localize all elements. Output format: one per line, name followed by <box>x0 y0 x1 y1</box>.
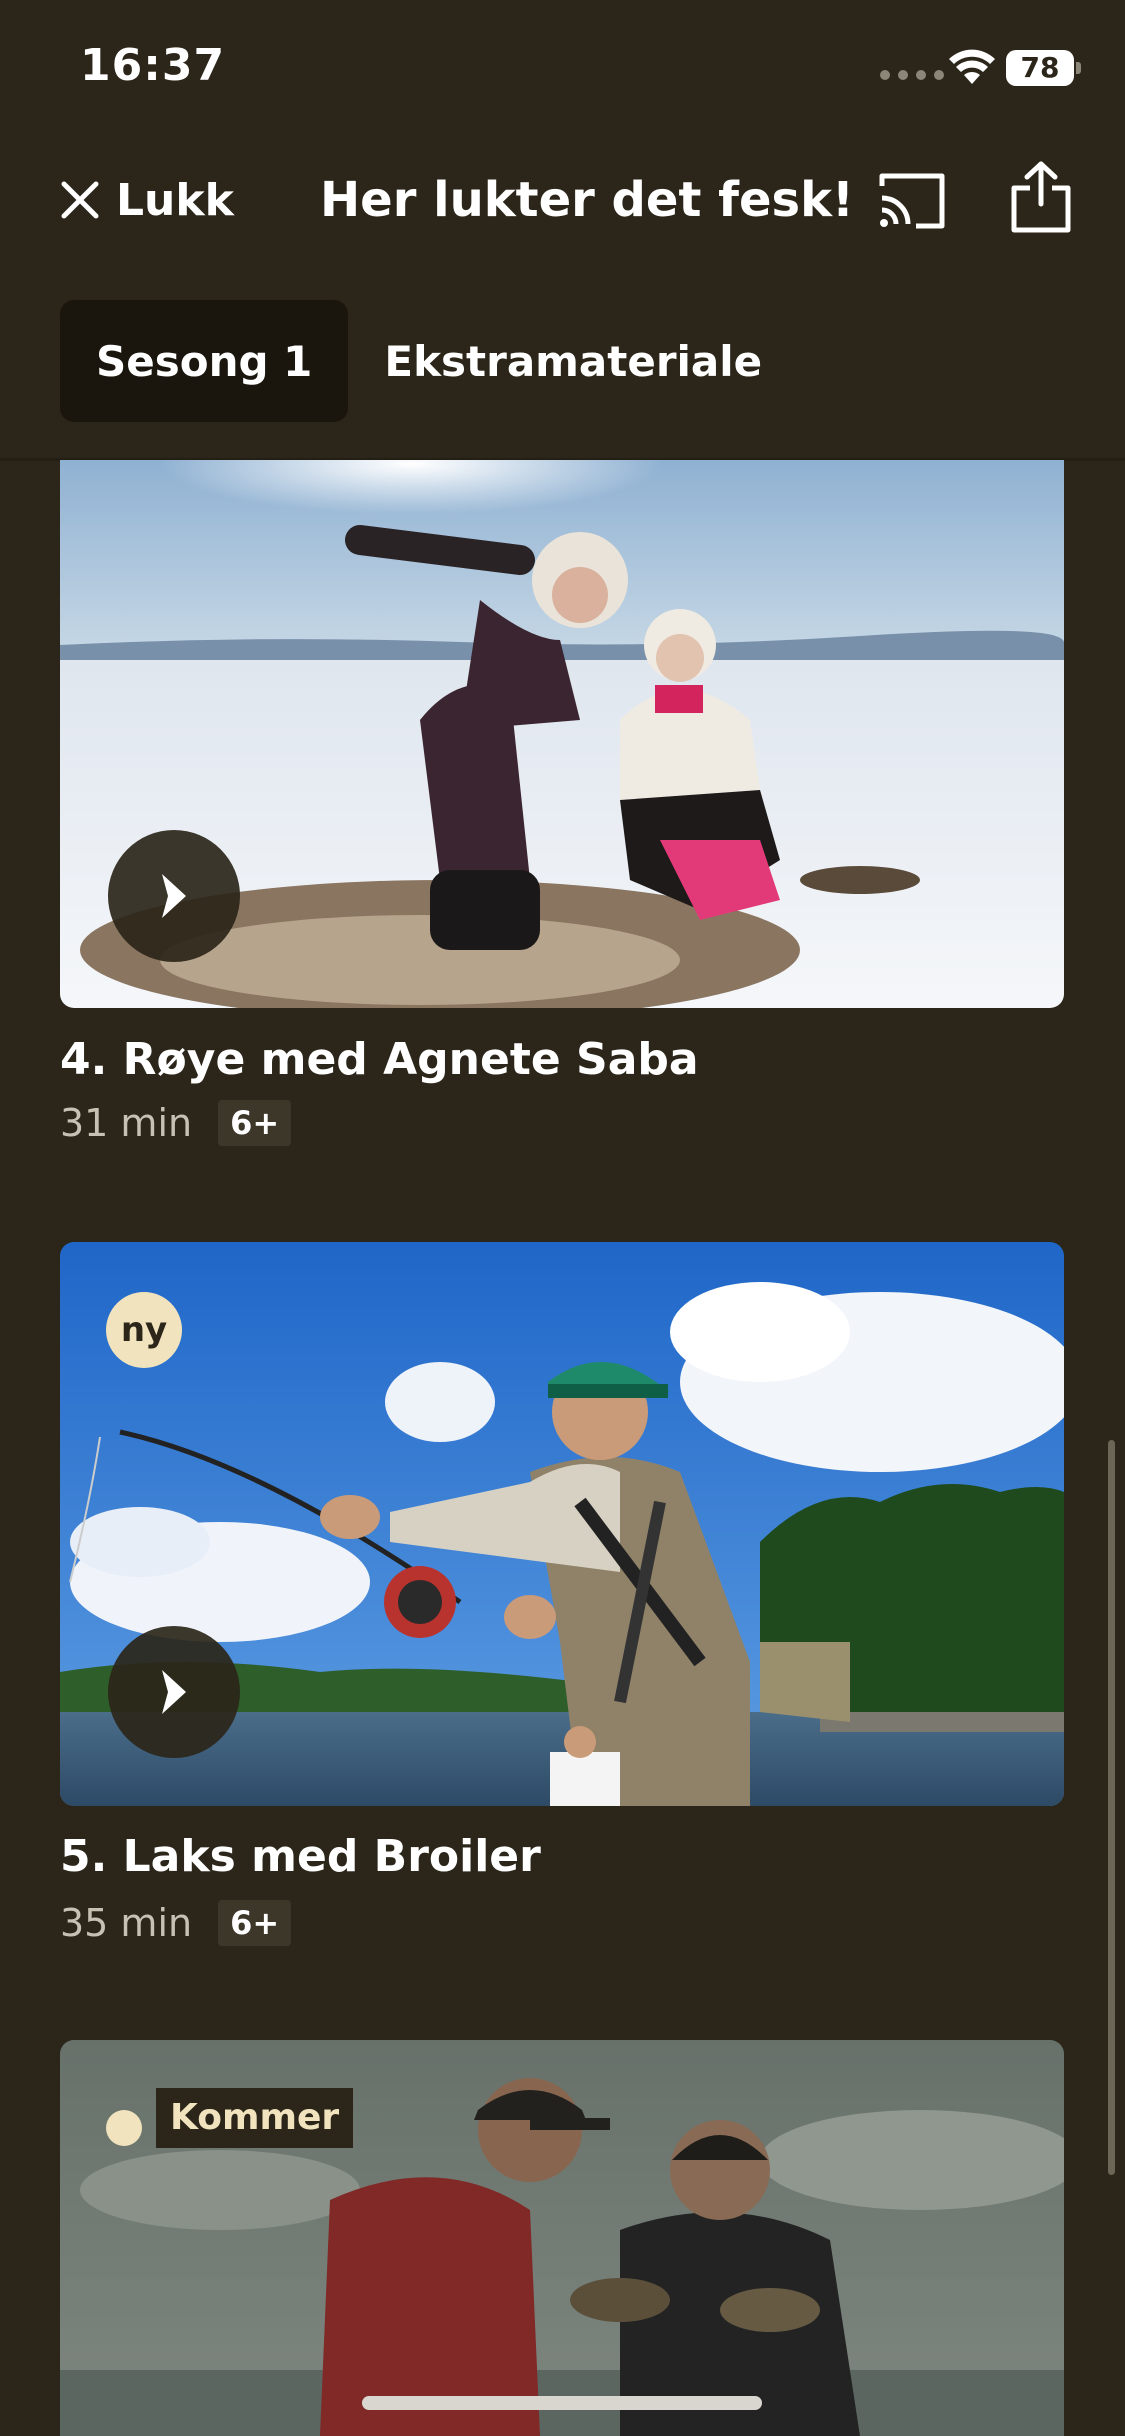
episode-thumbnail[interactable]: Kommer <box>60 2040 1064 2436</box>
coming-badge: Kommer <box>156 2088 354 2148</box>
chevron-right-icon <box>162 874 186 918</box>
chevron-right-icon <box>162 1670 186 1714</box>
play-button[interactable] <box>108 830 240 962</box>
header: Lukk Her lukter det fesk! <box>0 140 1125 260</box>
battery-cap-icon <box>1076 62 1081 74</box>
episode-thumbnail[interactable]: ny <box>60 1242 1064 1806</box>
age-rating-badge: 6+ <box>218 1100 292 1146</box>
close-label: Lukk <box>116 174 234 226</box>
coming-dot-icon <box>106 2110 142 2146</box>
close-button[interactable]: Lukk <box>58 170 234 230</box>
page-title: Her lukter det fesk! <box>320 172 854 228</box>
episode-meta: 35 min 6+ <box>60 1900 292 1946</box>
episode-duration: 31 min <box>60 1101 193 1145</box>
play-button[interactable] <box>108 1626 240 1758</box>
status-bar: 16:37 78 <box>0 0 1125 140</box>
episode-title[interactable]: 5. Laks med Broiler <box>60 1829 541 1885</box>
episode-meta: 31 min 6+ <box>60 1100 292 1146</box>
status-time: 16:37 <box>80 40 226 91</box>
share-icon[interactable] <box>1010 160 1072 234</box>
episode-list-screen: 16:37 78 Lukk Her lukter det fesk! Seson… <box>0 0 1125 2436</box>
home-indicator[interactable] <box>362 2396 762 2410</box>
close-icon <box>61 181 99 219</box>
age-rating-badge: 6+ <box>218 1900 292 1946</box>
episode-thumbnail[interactable] <box>60 460 1064 1008</box>
scrollbar[interactable] <box>1108 1440 1115 2175</box>
cast-icon[interactable] <box>876 170 948 232</box>
battery-indicator: 78 <box>1006 50 1074 86</box>
season-tabs: Sesong 1 Ekstramateriale <box>60 300 798 422</box>
tab-ekstramateriale[interactable]: Ekstramateriale <box>348 300 798 422</box>
cellular-signal-icon <box>880 70 944 80</box>
episode-title[interactable]: 4. Røye med Agnete Saba <box>60 1032 699 1088</box>
new-badge: ny <box>106 1292 182 1368</box>
wifi-icon <box>949 49 995 84</box>
tab-sesong-1[interactable]: Sesong 1 <box>60 300 349 422</box>
episode-duration: 35 min <box>60 1901 193 1945</box>
